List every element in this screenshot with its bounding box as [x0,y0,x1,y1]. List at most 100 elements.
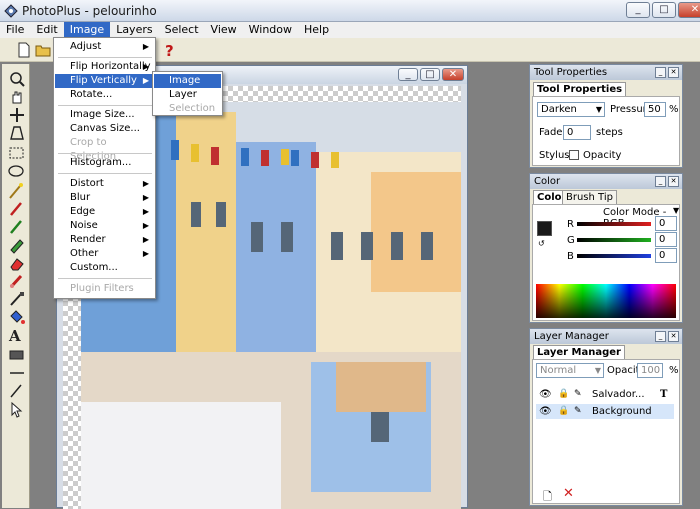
menu-edit[interactable]: Edit [30,22,63,38]
delete-layer-icon[interactable]: ✕ [563,486,574,501]
window-title: PhotoPlus - pelourinho [22,4,157,18]
panel-minimize-button[interactable]: _ [655,331,666,342]
document-window-controls: _ □ ✕ [398,68,464,81]
opacity-checkbox[interactable] [569,150,579,160]
stylus-label: Stylus: [539,150,573,161]
text-tool-icon[interactable]: A [6,326,28,344]
tab-layer-manager[interactable]: Layer Manager [533,345,625,359]
fade-label: Fade: [539,127,566,138]
tab-brush-tip[interactable]: Brush Tip [562,190,617,204]
text-layer-icon: T [660,389,668,400]
visibility-eye-icon[interactable]: 👁 [539,387,552,402]
fill-bucket-icon[interactable] [6,308,28,326]
menu-layers[interactable]: Layers [110,22,158,38]
color-picker-icon[interactable] [6,290,28,308]
panel-close-button[interactable]: ✕ [668,67,679,78]
color-spectrum[interactable] [536,284,676,318]
layer-blend-select[interactable]: Normal ▼ [536,363,604,378]
minimize-button[interactable]: _ [626,2,650,18]
submenu-item-image[interactable]: Image [154,74,221,88]
move-tool-icon[interactable] [6,106,28,124]
line-tool-icon[interactable] [6,364,28,382]
panel-close-button[interactable]: ✕ [668,176,679,187]
menu-image[interactable]: Image [63,22,111,38]
help-icon[interactable]: ? [160,41,178,59]
fade-input[interactable]: 0 [563,125,591,140]
magic-wand-icon[interactable] [6,182,28,200]
menu-item-edge[interactable]: Edge ▶ [55,205,154,219]
submenu-item-layer[interactable]: Layer [154,88,221,102]
paintbrush-icon[interactable] [6,200,28,218]
new-file-icon[interactable] [15,41,33,59]
tab-tool-properties[interactable]: Tool Properties [533,82,627,96]
zoom-tool-icon[interactable] [6,70,28,88]
menu-item-distort[interactable]: Distort ▶ [55,177,154,191]
swap-colors-icon[interactable]: ↺ [538,239,545,248]
menu-item-blur[interactable]: Blur ▶ [55,191,154,205]
menu-item-noise[interactable]: Noise ▶ [55,219,154,233]
brush-link-icon[interactable]: ✎ [574,404,582,419]
smudge-tool-icon[interactable] [6,272,28,290]
new-layer-icon[interactable]: 🗋 [543,488,552,507]
menu-item-histogram[interactable]: Histogram... [55,156,154,170]
menu-item-adjust[interactable]: Adjust ▶ [55,40,154,54]
menu-item-plugin-filters: Plugin Filters [70,283,134,294]
hand-tool-icon[interactable] [6,88,28,106]
panel-minimize-button[interactable]: _ [655,67,666,78]
blend-mode-select[interactable]: Darken ▼ [537,102,605,117]
pen-tool-icon[interactable] [6,382,28,400]
doc-close-button[interactable]: ✕ [442,68,464,81]
menu-separator [58,173,152,174]
doc-minimize-button[interactable]: _ [398,68,418,81]
visibility-eye-icon[interactable]: 👁 [539,404,552,419]
rectangle-select-icon[interactable] [6,144,28,162]
lock-icon[interactable]: 🔒 [558,404,569,419]
menu-help[interactable]: Help [298,22,335,38]
menu-item-flip-horizontally[interactable]: Flip Horizontally ▶ [55,60,154,74]
open-folder-icon[interactable] [34,41,52,59]
channel-r-input[interactable]: 0 [655,216,677,231]
layer-row-salvador[interactable]: 👁 🔒 ✎ Salvador... T [536,387,674,402]
panel-close-button[interactable]: ✕ [668,331,679,342]
brush-link-icon[interactable]: ✎ [574,387,582,402]
channel-r-slider[interactable] [577,222,651,226]
pencil-icon[interactable] [6,218,28,236]
menu-item-rotate[interactable]: Rotate... [55,88,154,102]
ellipse-select-icon[interactable] [6,162,28,180]
menu-item-other[interactable]: Other ▶ [55,247,154,261]
menu-file[interactable]: File [0,22,30,38]
layer-row-background[interactable]: 👁 🔒 ✎ Background [536,404,674,419]
foreground-color-swatch[interactable] [537,221,552,236]
channel-g-slider[interactable] [577,238,651,242]
submenu-arrow-icon: ▶ [142,179,149,188]
panel-minimize-button[interactable]: _ [655,176,666,187]
menu-item-canvas-size[interactable]: Canvas Size... [55,122,154,136]
menu-item-render[interactable]: Render ▶ [55,233,154,247]
doc-maximize-button[interactable]: □ [420,68,440,81]
maximize-button[interactable]: □ [652,2,676,18]
shape-tool-icon[interactable] [6,346,28,364]
lock-icon[interactable]: 🔒 [558,387,569,402]
clone-tool-icon[interactable] [6,236,28,254]
layer-opacity-input[interactable]: 100 [637,363,663,378]
perspective-tool-icon[interactable] [6,124,28,142]
color-mode-arrow-icon[interactable]: ▼ [673,206,679,215]
close-button[interactable]: ✕ [678,2,700,18]
pressure-input[interactable]: 50 [644,102,666,117]
submenu-arrow-icon: ▶ [142,235,149,244]
layer-name: Background [592,406,652,417]
menu-item-custom[interactable]: Custom... [55,261,154,275]
menu-item-image-size[interactable]: Image Size... [55,108,154,122]
channel-b-slider[interactable] [577,254,651,258]
submenu-arrow-icon: ▶ [142,193,149,202]
node-edit-icon[interactable] [6,400,28,418]
eraser-icon[interactable] [6,254,28,272]
channel-g-input[interactable]: 0 [655,232,677,247]
channel-b-input[interactable]: 0 [655,248,677,263]
menu-window[interactable]: Window [243,22,298,38]
menu-view[interactable]: View [205,22,243,38]
menu-select[interactable]: Select [159,22,205,38]
submenu-arrow-icon: ▶ [142,62,149,71]
menu-separator [58,105,152,106]
menu-item-flip-vertically[interactable]: Flip Vertically ▶ [55,74,154,88]
